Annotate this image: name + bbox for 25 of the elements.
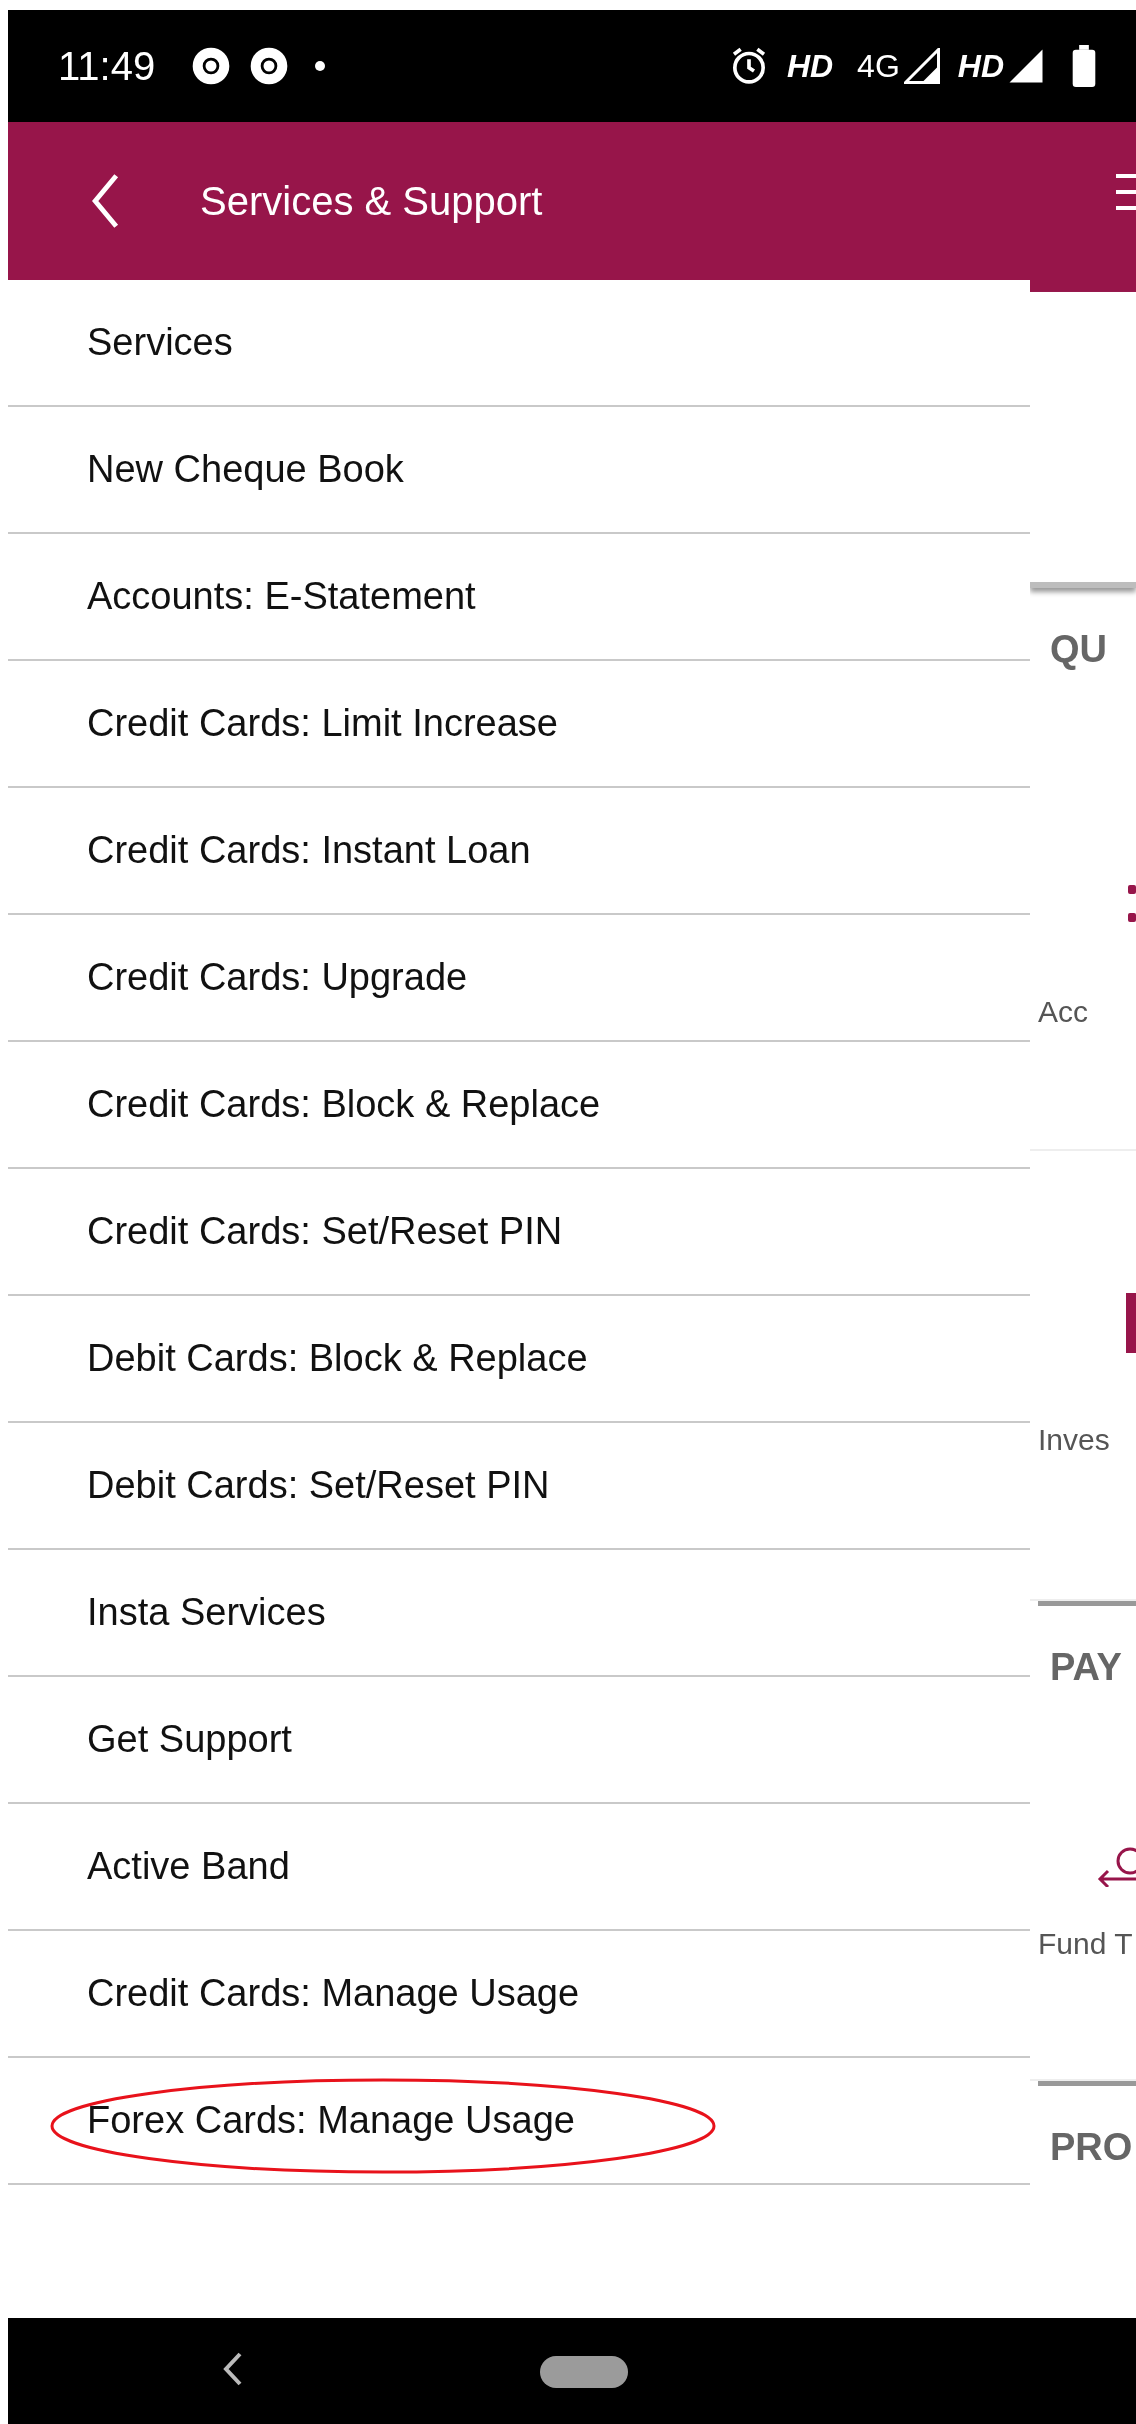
tile-label: Acc (1037, 995, 1088, 1029)
section-heading: PAY (1049, 1645, 1123, 1690)
back-icon[interactable] (223, 2352, 243, 2386)
home-pill[interactable] (540, 2356, 628, 2388)
back-icon[interactable] (90, 173, 120, 229)
network-label: 4G (857, 47, 900, 85)
transfer-icon (1096, 1847, 1136, 1887)
status-time: 11:49 (58, 43, 156, 89)
chrome-icon (249, 46, 290, 86)
notification-dot-icon (315, 61, 326, 71)
header-title: Services & Support (200, 178, 543, 224)
section-heading: PRO (1049, 2125, 1134, 2170)
tile-icon (1126, 1293, 1136, 1353)
network-label: HD (786, 47, 834, 85)
menu-icon (1116, 172, 1136, 212)
network-label: HD (957, 47, 1004, 85)
menu-item[interactable]: Forex Cards: Manage Usage (8, 2058, 1030, 2185)
battery-icon (1072, 45, 1096, 87)
tile-icon (1126, 885, 1136, 925)
signal-icon (1008, 48, 1044, 84)
tile-label: Inves (1037, 1423, 1110, 1457)
chrome-icon (191, 46, 232, 86)
section-heading: QU (1049, 627, 1108, 672)
signal-icon (903, 48, 940, 84)
tile-label: Fund T (1037, 1927, 1133, 1961)
